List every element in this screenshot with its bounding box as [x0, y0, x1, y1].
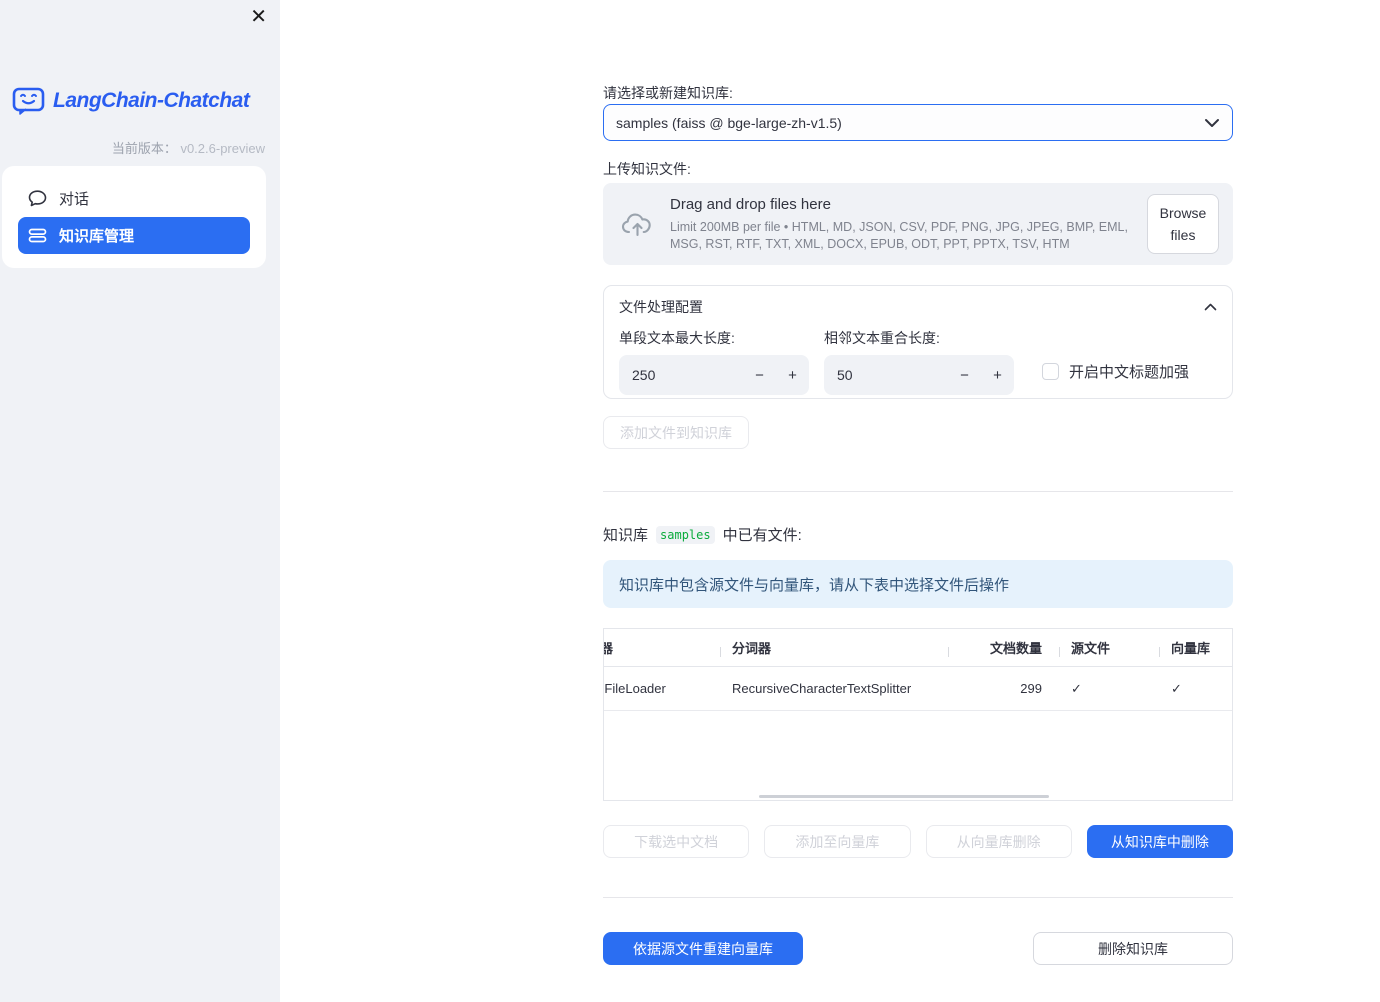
chat-bubble-icon	[28, 190, 47, 207]
cell-vector-store-check: ✓	[1171, 680, 1182, 696]
chunk-size-increment-button[interactable]: +	[776, 367, 809, 384]
kb-select-value: samples (faiss @ bge-large-zh-v1.5)	[616, 114, 842, 131]
sidebar-item-label: 知识库管理	[59, 228, 135, 245]
kb-select-dropdown[interactable]: samples (faiss @ bge-large-zh-v1.5)	[603, 104, 1233, 141]
cell-doc-count: 299	[1020, 681, 1042, 696]
download-selected-button[interactable]: 下载选中文档	[603, 825, 750, 858]
overlap-size-decrement-button[interactable]: −	[948, 367, 981, 384]
chunk-size-value: 250	[632, 367, 656, 383]
sidebar: ✕ LangChain-Chatchat 当前版本： v0.2.6-previe…	[0, 0, 280, 1002]
cloud-upload-icon	[621, 211, 654, 238]
file-uploader-dropzone[interactable]: Drag and drop files here Limit 200MB per…	[603, 183, 1233, 265]
add-files-row: 添加文件到知识库	[603, 416, 749, 449]
kb-select-label: 请选择或新建知识库:	[603, 85, 733, 101]
uploader-limit-text: Limit 200MB per file • HTML, MD, JSON, C…	[670, 220, 1128, 251]
chevron-down-icon	[1204, 118, 1220, 128]
file-action-buttons: 下载选中文档 添加至向量库 从向量库删除 从知识库中删除	[603, 825, 1233, 858]
chunk-size-input[interactable]: 250 − +	[619, 355, 809, 395]
browse-files-button[interactable]: Browse files	[1147, 193, 1219, 255]
table-horizontal-scrollbar[interactable]	[759, 795, 1049, 798]
kb-name-code: samples	[656, 525, 715, 544]
upload-label: 上传知识文件:	[603, 161, 691, 177]
expander-title: 文件处理配置	[619, 299, 703, 315]
app-logo: LangChain-Chatchat	[12, 86, 250, 116]
uploader-texts: Drag and drop files here Limit 200MB per…	[670, 196, 1147, 252]
kb-files-table[interactable]: 文档加载器 分词器 文档数量 源文件 向量库 UnstructuredFileL…	[603, 628, 1233, 801]
kb-files-table-inner: 文档加载器 分词器 文档数量 源文件 向量库 UnstructuredFileL…	[604, 629, 1232, 711]
sidebar-item-knowledge-base[interactable]: 知识库管理	[18, 217, 250, 254]
kb-files-prefix: 知识库	[603, 527, 649, 544]
cell-splitter: RecursiveCharacterTextSplitter	[732, 681, 912, 696]
cell-source-file-check: ✓	[1071, 680, 1082, 696]
version-info: 当前版本： v0.2.6-preview	[112, 138, 265, 157]
sidebar-item-label: 对话	[59, 191, 90, 208]
col-header-splitter: 分词器	[720, 638, 948, 657]
list-stack-icon	[28, 228, 47, 243]
col-header-source-file: 源文件	[1059, 638, 1159, 657]
table-header-row: 文档加载器 分词器 文档数量 源文件 向量库	[604, 629, 1232, 667]
info-banner: 知识库中包含源文件与向量库，请从下表中选择文件后操作	[603, 560, 1233, 608]
delete-from-vector-store-button[interactable]: 从向量库删除	[925, 825, 1072, 858]
delete-from-kb-button[interactable]: 从知识库中删除	[1086, 825, 1233, 858]
version-label: 当前版本：	[111, 141, 177, 156]
main-content: 请选择或新建知识库: samples (faiss @ bge-large-zh…	[603, 0, 1233, 1002]
table-row[interactable]: UnstructuredFileLoader RecursiveCharacte…	[604, 667, 1232, 711]
kb-management-buttons: 依据源文件重建向量库 删除知识库	[603, 932, 1233, 965]
info-banner-text: 知识库中包含源文件与向量库，请从下表中选择文件后操作	[619, 576, 1010, 594]
add-files-to-kb-button[interactable]: 添加文件到知识库	[603, 416, 749, 449]
chunk-size-label: 单段文本最大长度:	[619, 330, 735, 346]
zh-title-enhance-checkbox[interactable]	[1042, 363, 1059, 380]
sidebar-nav: 对话 知识库管理	[2, 166, 266, 268]
sidebar-close-icon[interactable]: ✕	[250, 7, 267, 27]
overlap-size-field: 相邻文本重合长度: 50 − +	[824, 328, 1014, 395]
file-config-expander: 文件处理配置 单段文本最大长度: 250 − + 相邻文本重合长度: 50 − …	[603, 285, 1233, 399]
divider	[603, 491, 1233, 492]
expander-header[interactable]: 文件处理配置	[619, 286, 1217, 328]
overlap-size-value: 50	[837, 367, 853, 383]
rebuild-vector-store-button[interactable]: 依据源文件重建向量库	[603, 932, 803, 965]
kb-files-heading: 知识库 samples 中已有文件:	[603, 524, 1233, 545]
divider	[603, 897, 1233, 898]
sidebar-item-dialogue[interactable]: 对话	[18, 180, 250, 217]
uploader-title: Drag and drop files here	[670, 196, 831, 214]
delete-kb-button[interactable]: 删除知识库	[1033, 932, 1233, 965]
chevron-up-icon	[1204, 303, 1217, 311]
overlap-size-label: 相邻文本重合长度:	[824, 330, 940, 346]
kb-files-suffix: 中已有文件:	[722, 527, 802, 544]
col-header-vector-store: 向量库	[1159, 638, 1232, 657]
col-header-doc-count: 文档数量	[948, 638, 1059, 657]
chunk-size-decrement-button[interactable]: −	[743, 367, 776, 384]
zh-title-enhance-field: 开启中文标题加强	[1042, 361, 1189, 382]
chat-smiley-logo-icon	[12, 86, 46, 116]
version-value: v0.2.6-preview	[180, 141, 265, 156]
chunk-size-field: 单段文本最大长度: 250 − +	[619, 328, 809, 395]
app-title: LangChain-Chatchat	[53, 89, 250, 112]
add-to-vector-store-button[interactable]: 添加至向量库	[764, 825, 911, 858]
col-header-loader: 文档加载器	[604, 638, 720, 657]
overlap-size-input[interactable]: 50 − +	[824, 355, 1014, 395]
cell-loader: UnstructuredFileLoader	[604, 681, 666, 696]
expander-body: 单段文本最大长度: 250 − + 相邻文本重合长度: 50 − + 开启中文标…	[619, 328, 1217, 395]
zh-title-enhance-label: 开启中文标题加强	[1069, 364, 1190, 381]
overlap-size-increment-button[interactable]: +	[981, 367, 1014, 384]
